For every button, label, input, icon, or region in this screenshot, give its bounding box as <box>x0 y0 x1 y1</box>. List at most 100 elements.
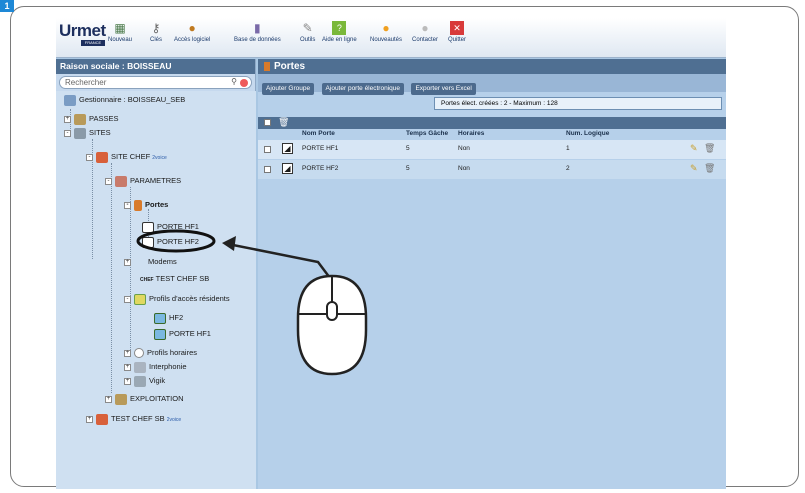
tree-item-porte-hf1-profile[interactable]: PORTE HF1 <box>154 328 211 340</box>
tree-item-test-chef-sb-modem[interactable]: CHEF TEST CHEF SB <box>140 273 209 285</box>
collapse-icon[interactable]: - <box>105 177 112 185</box>
settings-icon <box>115 175 127 187</box>
table-row[interactable]: ◢ PORTE HF1 5 Non 1 ✎ 🗑 <box>258 140 726 159</box>
expand-icon[interactable]: + <box>86 415 93 423</box>
vigik-icon <box>134 375 146 387</box>
door-horaires: Non <box>458 165 470 172</box>
keys-icon: ⚷ <box>151 21 161 35</box>
tree-item-hf2-profile[interactable]: HF2 <box>154 312 183 324</box>
page-title: Portes <box>258 59 726 74</box>
door-name: PORTE HF1 <box>302 145 339 152</box>
tree-item-interphonie[interactable]: + Interphonie <box>124 361 187 373</box>
toolbar-keys-button[interactable]: ⚷ Clés <box>149 21 163 43</box>
door-reader-icon <box>142 221 154 233</box>
expand-icon[interactable]: + <box>124 363 131 371</box>
tree-line <box>111 163 112 393</box>
page-title-text: Portes <box>274 61 306 72</box>
sidebar-title: Raison sociale : BOISSEAU <box>56 59 255 74</box>
door-reader-icon: ◢ <box>282 163 293 174</box>
delete-icon[interactable]: 🗑 <box>704 143 715 154</box>
tree-item-passes[interactable]: + PASSES <box>64 113 118 125</box>
tree-item-test-chef-sb[interactable]: + TEST CHEF SB 2voice <box>86 413 181 425</box>
new-icon: ▦ <box>114 21 126 35</box>
search-input[interactable]: Rechercher ⚲ <box>59 76 252 89</box>
clock-icon <box>134 348 144 359</box>
delete-icon[interactable]: 🗑 <box>704 163 715 174</box>
expand-icon[interactable]: + <box>124 349 131 357</box>
toolbar-new-button[interactable]: ▦ Nouveau <box>108 21 132 43</box>
col-num-logique[interactable]: Num. Logique <box>566 130 609 137</box>
row-checkbox[interactable] <box>264 166 271 173</box>
tree-item-profils-acces[interactable]: - Profils d'accès résidents <box>124 293 230 305</box>
door-horaires: Non <box>458 145 470 152</box>
search-placeholder: Rechercher <box>65 78 107 87</box>
search-icon[interactable]: ⚲ <box>231 77 237 86</box>
action-bar: Ajouter Groupe Ajouter porte électroniqu… <box>258 74 726 95</box>
col-nom-porte[interactable]: Nom Porte <box>302 130 335 137</box>
col-horaires[interactable]: Horaires <box>458 130 484 137</box>
edit-icon[interactable]: ✎ <box>690 163 698 174</box>
chef-tag: CHEF <box>140 277 154 283</box>
door-temps: 5 <box>406 165 410 172</box>
export-excel-button[interactable]: Exporter vers Excel <box>411 83 476 95</box>
key-icon <box>74 113 86 125</box>
col-temps-gache[interactable]: Temps Gâche <box>406 130 448 137</box>
select-all-checkbox[interactable] <box>264 119 271 126</box>
door-name: PORTE HF2 <box>302 165 339 172</box>
toolbar-news-button[interactable]: ● Nouveautés <box>370 21 402 43</box>
tree-item-sites[interactable]: - SITES <box>64 127 111 139</box>
tree-item-profils-horaires[interactable]: + Profils horaires <box>124 347 197 359</box>
manager-icon <box>64 94 76 106</box>
expand-icon[interactable]: + <box>64 115 71 123</box>
toolbar-contact-button[interactable]: ● Contacter <box>412 21 438 43</box>
expand-icon[interactable]: + <box>124 258 131 266</box>
site-icon <box>96 151 108 163</box>
site-tree: Gestionnaire : BOISSEAU_SEB + PASSES - SIT… <box>56 91 256 489</box>
toolbar-quit-button[interactable]: ✕ Quitter <box>448 21 466 43</box>
clear-search-icon[interactable] <box>240 79 248 87</box>
quit-icon: ✕ <box>450 21 464 35</box>
trash-icon[interactable]: 🗑 <box>278 117 289 128</box>
door-num: 1 <box>566 145 570 152</box>
tree-item-exploitation[interactable]: + EXPLOITATION <box>105 393 183 405</box>
tree-item-manager[interactable]: Gestionnaire : BOISSEAU_SEB <box>64 94 185 106</box>
toolbar-tools-button[interactable]: ✎ Outils <box>300 21 315 43</box>
tree-item-vigik[interactable]: + Vigik <box>124 375 165 387</box>
tree-line <box>130 187 131 352</box>
site-icon <box>96 413 108 425</box>
collapse-icon[interactable]: - <box>124 295 131 303</box>
toolbar-help-button[interactable]: ? Aide en ligne <box>322 21 357 43</box>
2voice-badge: 2voice <box>152 155 167 161</box>
tree-item-modems[interactable]: + Modems <box>124 256 177 268</box>
figure-number-label: 1 <box>0 0 14 12</box>
collapse-icon[interactable]: - <box>64 129 71 137</box>
urmet-logo: Urmet FRANCE <box>59 22 106 52</box>
table-row[interactable]: ◢ PORTE HF2 5 Non 2 ✎ 🗑 <box>258 160 726 179</box>
news-icon: ● <box>382 21 390 35</box>
door-icon <box>134 199 142 211</box>
tree-item-portes[interactable]: - Portes <box>124 199 168 211</box>
tree-item-site-chef[interactable]: - SITE CHEF 2voice <box>86 151 167 163</box>
expand-icon[interactable]: + <box>105 395 112 403</box>
door-reader-icon <box>142 236 154 248</box>
tree-item-parametres[interactable]: - PARAMETRES <box>105 175 181 187</box>
collapse-icon[interactable]: - <box>124 201 131 209</box>
toolbar-software-access-button[interactable]: ● Accès logiciel <box>174 21 210 43</box>
help-icon: ? <box>332 21 347 35</box>
profile-card-icon <box>134 293 146 305</box>
add-electronic-door-button[interactable]: Ajouter porte électronique <box>321 83 404 95</box>
tree-item-porte-hf1[interactable]: PORTE HF1 <box>142 221 199 233</box>
database-icon: ▮ <box>254 21 261 35</box>
tree-item-porte-hf2[interactable]: PORTE HF2 <box>142 236 199 248</box>
add-group-button[interactable]: Ajouter Groupe <box>262 83 315 95</box>
collapse-icon[interactable]: - <box>86 153 93 161</box>
doors-count-info: Portes élect. créées : 2 - Maximum : 128 <box>434 97 722 110</box>
expand-icon[interactable]: + <box>124 377 131 385</box>
sidebar: Raison sociale : BOISSEAU Rechercher ⚲ G… <box>56 59 256 489</box>
row-checkbox[interactable] <box>264 146 271 153</box>
contact-icon: ● <box>421 21 429 35</box>
door-icon <box>264 61 270 71</box>
edit-icon[interactable]: ✎ <box>690 143 698 154</box>
main-panel: Portes Ajouter Groupe Ajouter porte élec… <box>258 59 726 489</box>
toolbar-database-button[interactable]: ▮ Base de données <box>234 21 281 43</box>
